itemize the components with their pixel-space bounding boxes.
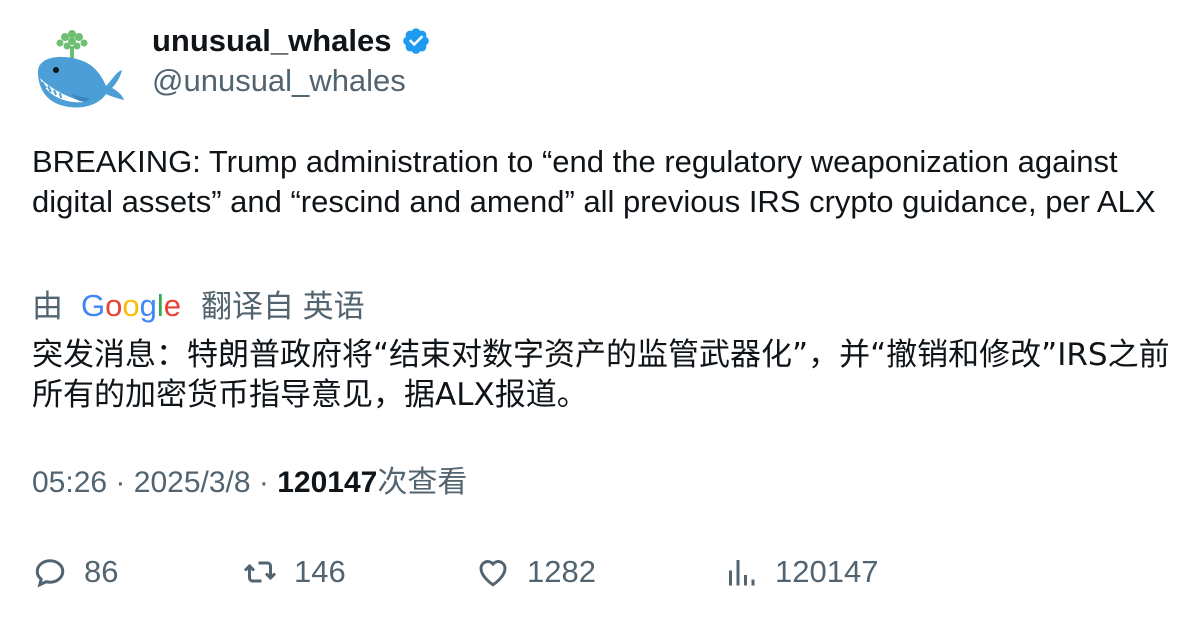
google-logo: Google — [81, 290, 181, 323]
bar-chart-icon — [729, 560, 755, 586]
author-display-name[interactable]: unusual_whales — [152, 22, 391, 60]
retweet-count: 146 — [294, 554, 346, 589]
views-action-count: 120147 — [775, 554, 879, 589]
translation-prefix: 由 — [32, 289, 63, 324]
translated-text: 突发消息：特朗普政府将“结束对数字资产的监管武器化”，并“撤销和修改”IRS之前… — [32, 337, 1170, 413]
like-count: 1282 — [527, 554, 596, 589]
reply-icon — [35, 559, 65, 588]
meta-separator: · — [115, 466, 126, 499]
tweet-meta: 05:26 · 2025/3/8 · 120147次查看 — [32, 463, 467, 503]
reply-count: 86 — [84, 554, 119, 589]
author-handle[interactable]: @unusual_whales — [152, 62, 406, 100]
author-avatar[interactable] — [32, 24, 128, 114]
retweet-button[interactable]: 146 — [242, 549, 346, 595]
whale-avatar-icon — [38, 30, 124, 108]
heart-icon — [479, 560, 507, 587]
svg-text:Google: Google — [81, 290, 181, 323]
author-display-name-row[interactable]: unusual_whales — [152, 22, 431, 60]
meta-separator: · — [258, 466, 269, 499]
tweet-date[interactable]: 2025/3/8 — [134, 466, 251, 499]
views-count: 120147 — [277, 466, 378, 499]
views-button[interactable]: 120147 — [723, 549, 878, 595]
tweet-text: BREAKING: Trump administration to “end t… — [32, 144, 1156, 219]
like-button[interactable]: 1282 — [475, 549, 596, 595]
tweet-time[interactable]: 05:26 — [32, 466, 107, 499]
tweet-actions: 86 146 1282 120147 — [32, 549, 1172, 595]
retweet-icon — [243, 561, 277, 583]
verified-badge-icon — [403, 28, 430, 54]
reply-button[interactable]: 86 — [32, 549, 118, 595]
translation-attribution: 由 Google 翻译自 英语 — [32, 287, 365, 327]
views-label: 次查看 — [377, 466, 468, 499]
translation-suffix: 翻译自 英语 — [201, 289, 365, 324]
